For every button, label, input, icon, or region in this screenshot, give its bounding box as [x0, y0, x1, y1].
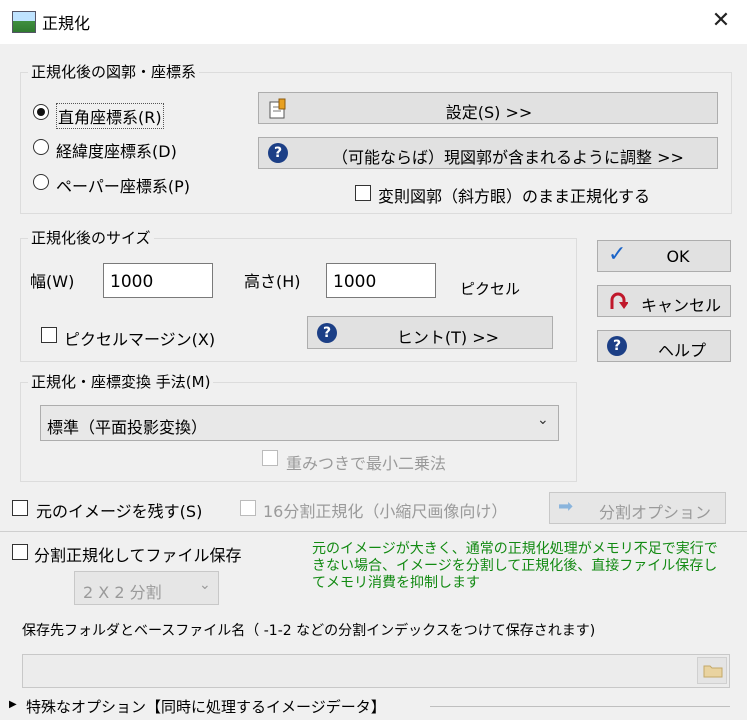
split-save-label: 分割正規化してファイル保存 — [34, 546, 242, 565]
method-select[interactable]: 標準（平面投影変換） ⌄ — [40, 405, 559, 441]
browse-folder-button[interactable] — [697, 657, 727, 684]
adjust-button[interactable]: ? （可能ならば）現図郭が含まれるように調整 >> — [258, 137, 718, 169]
split16-checkbox[interactable] — [240, 500, 256, 516]
radio-rect-coords[interactable] — [33, 104, 49, 120]
width-label: 幅(W) — [30, 272, 75, 291]
pixel-margin-label: ピクセルマージン(X) — [64, 330, 216, 349]
keep-original-label: 元のイメージを残す(S) — [36, 502, 203, 521]
radio-latlon-coords-label[interactable]: 経緯度座標系(D) — [56, 138, 177, 162]
expand-triangle-icon[interactable]: ▶ — [9, 699, 17, 710]
folder-icon — [703, 665, 723, 678]
pixel-unit-label: ピクセル — [460, 280, 521, 298]
settings-button-label: 設定(S) >> — [445, 103, 533, 122]
settings-button[interactable]: 設定(S) >> — [258, 92, 718, 124]
pixel-margin-checkbox[interactable] — [41, 327, 57, 343]
height-label: 高さ(H) — [244, 272, 301, 291]
split-count-select[interactable]: 2 X 2 分割 ⌄ — [74, 571, 219, 605]
save-path-input[interactable] — [22, 654, 730, 688]
chevron-down-icon: ⌄ — [199, 577, 211, 593]
hint-button-label: ヒント(T) >> — [396, 328, 500, 347]
help-button-label: ヘルプ — [657, 341, 706, 360]
cancel-button[interactable]: キャンセル — [597, 285, 731, 317]
ok-button-label: OK — [666, 247, 690, 266]
split-save-checkbox[interactable] — [12, 544, 28, 560]
keep-irregular-label: 変則図郭（斜方眼）のまま正規化する — [378, 187, 651, 206]
method-group-legend: 正規化・座標変換 手法(M) — [28, 371, 214, 392]
split-count-value: 2 X 2 分割 — [83, 583, 162, 602]
special-options-rule — [430, 706, 730, 707]
radio-rect-coords-label[interactable]: 直角座標系(R) — [56, 103, 164, 129]
weighted-lsq-label: 重みつきで最小二乗法 — [286, 454, 447, 473]
ok-button[interactable]: ✓ OK — [597, 240, 731, 272]
keep-original-checkbox[interactable] — [12, 500, 28, 516]
split16-label: 16分割正規化（小縮尺画像向け） — [263, 502, 508, 521]
title-bar — [0, 0, 747, 44]
split-options-button[interactable]: ➡ 分割オプション — [549, 492, 726, 524]
chevron-down-icon: ⌄ — [537, 412, 549, 428]
keep-irregular-checkbox[interactable] — [355, 185, 371, 201]
help-circle-icon: ? — [268, 143, 288, 163]
weighted-lsq-checkbox[interactable] — [262, 450, 278, 466]
help-circle-icon: ? — [317, 323, 337, 343]
height-input[interactable]: 1000 — [326, 263, 436, 298]
radio-paper-coords-label[interactable]: ペーパー座標系(P) — [56, 173, 190, 197]
cancel-button-label: キャンセル — [640, 296, 721, 315]
radio-paper-coords[interactable] — [33, 174, 49, 190]
save-path-label: 保存先フォルダとベースファイル名（ -1-2 などの分割インデックスをつけて保存… — [22, 623, 596, 639]
radio-latlon-coords[interactable] — [33, 139, 49, 155]
separator — [0, 531, 747, 532]
special-options-label[interactable]: 特殊なオプション【同時に処理するイメージデータ】 — [26, 696, 386, 717]
close-icon[interactable]: ✕ — [706, 6, 736, 36]
help-button[interactable]: ? ヘルプ — [597, 330, 731, 362]
size-group-legend: 正規化後のサイズ — [28, 227, 154, 248]
arrow-right-icon: ➡ — [558, 496, 574, 517]
split-options-button-label: 分割オプション — [598, 503, 711, 522]
split-save-note: 元のイメージが大きく、通常の正規化処理がメモリ不足で実行できない場合、イメージを… — [312, 541, 718, 591]
method-select-value: 標準（平面投影変換） — [47, 418, 208, 437]
width-input[interactable]: 1000 — [103, 263, 213, 298]
hint-button[interactable]: ? ヒント(T) >> — [307, 316, 553, 349]
coords-group-legend: 正規化後の図郭・座標系 — [28, 61, 200, 82]
check-icon: ✓ — [608, 242, 627, 267]
window-title: 正規化 — [42, 14, 91, 33]
cancel-icon — [610, 292, 628, 309]
adjust-button-label: （可能ならば）現図郭が含まれるように調整 >> — [332, 148, 684, 167]
app-icon — [12, 11, 36, 33]
help-circle-icon: ? — [607, 336, 627, 356]
